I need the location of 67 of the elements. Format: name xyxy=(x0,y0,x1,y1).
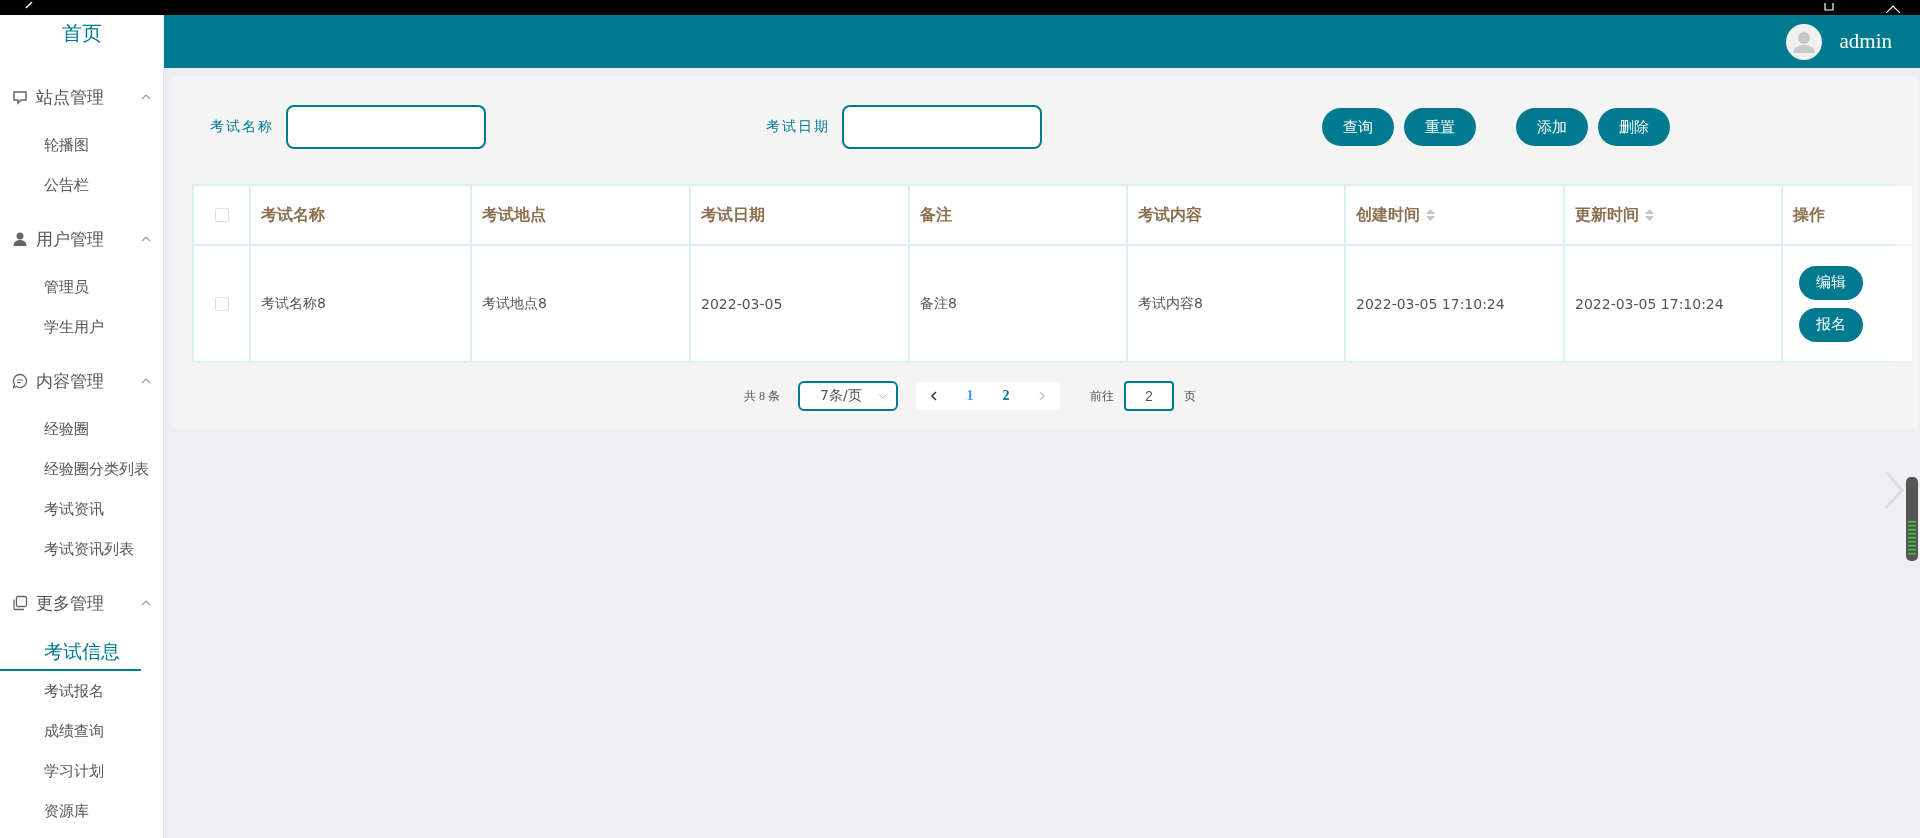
menu-item[interactable]: 考试报名 xyxy=(0,671,163,711)
menu-item[interactable]: 经验圈 xyxy=(0,409,163,449)
menu-item[interactable]: 考试资讯列表 xyxy=(0,529,163,569)
menu-item[interactable]: 考试信息 xyxy=(0,631,141,671)
menu-item[interactable]: 成绩查询 xyxy=(0,711,163,751)
goto-label: 前往 xyxy=(1090,387,1114,405)
chevron-right-icon xyxy=(1038,391,1046,401)
goto-page-input[interactable]: 2 xyxy=(1124,381,1174,411)
page-number[interactable]: 2 xyxy=(988,382,1024,410)
chevron-left-icon xyxy=(930,391,938,401)
menu-item[interactable]: 资源库 xyxy=(0,791,163,831)
table-cell: 2022-03-05 xyxy=(691,246,908,361)
menu-item[interactable]: 学习计划 xyxy=(0,751,163,791)
menu-group[interactable]: 站点管理 xyxy=(0,69,163,125)
menu-item[interactable]: 轮播图 xyxy=(0,125,163,165)
table-cell: 2022-03-05 17:10:24 xyxy=(1565,246,1781,361)
column-header[interactable]: 更新时间 xyxy=(1565,186,1781,244)
menu-group[interactable]: 用户管理 xyxy=(0,211,163,267)
filter-label: 考试日期 xyxy=(766,118,830,136)
user-name[interactable]: admin xyxy=(1839,29,1892,54)
menu-group-title: 站点管理 xyxy=(36,85,104,109)
row-action-button[interactable]: 报名 xyxy=(1799,307,1863,342)
menu-item[interactable]: 管理员 xyxy=(0,267,163,307)
page-size-select[interactable]: 7条/页 xyxy=(798,381,898,411)
column-header: 备注 xyxy=(910,186,1126,244)
filter-input[interactable] xyxy=(842,105,1042,149)
column-header: 考试内容 xyxy=(1128,186,1344,244)
avatar-icon[interactable] xyxy=(1785,23,1822,60)
table-cell: 备注8 xyxy=(910,246,1126,361)
row-action-button[interactable]: 编辑 xyxy=(1799,265,1863,300)
chevron-down-icon xyxy=(878,393,888,399)
sort-icon[interactable] xyxy=(1426,209,1435,221)
table-cell: 考试内容8 xyxy=(1128,246,1344,361)
menu-item[interactable]: 经验圈分类列表 xyxy=(0,449,163,489)
menu-group-title: 更多管理 xyxy=(36,591,104,615)
prev-page-button[interactable] xyxy=(916,382,952,410)
copy-icon xyxy=(12,595,28,611)
table-cell: 2022-03-05 17:10:24 xyxy=(1346,246,1563,361)
filter-input[interactable] xyxy=(286,105,486,149)
menu-item[interactable]: 公告栏 xyxy=(0,165,163,205)
action-button[interactable]: 查询 xyxy=(1322,108,1394,146)
menu-group[interactable]: 更多管理 xyxy=(0,575,163,631)
action-button[interactable]: 添加 xyxy=(1516,108,1588,146)
action-button[interactable]: 重置 xyxy=(1404,108,1476,146)
filter-label: 考试名称 xyxy=(210,118,274,136)
column-header: 操作 xyxy=(1783,186,1912,244)
menu-group-title: 内容管理 xyxy=(36,369,104,393)
menu-item[interactable]: 学生用户 xyxy=(0,307,163,347)
table-cell: 考试名称8 xyxy=(251,246,470,361)
table-cell: 考试地点8 xyxy=(472,246,689,361)
action-button[interactable]: 删除 xyxy=(1598,108,1670,146)
menu-group-title: 用户管理 xyxy=(36,227,104,251)
menu-group[interactable]: 内容管理 xyxy=(0,353,163,409)
chat-icon xyxy=(12,373,28,389)
sort-icon[interactable] xyxy=(1645,209,1654,221)
column-header: 考试日期 xyxy=(691,186,908,244)
column-header: 考试名称 xyxy=(251,186,470,244)
page-suffix: 页 xyxy=(1184,387,1196,405)
restore-icon[interactable] xyxy=(1822,2,1836,13)
column-header[interactable]: 创建时间 xyxy=(1346,186,1563,244)
total-count: 共 8 条 xyxy=(744,387,780,405)
home-link[interactable]: 首页 xyxy=(0,15,163,63)
menu-item[interactable]: 考试资讯 xyxy=(0,489,163,529)
row-checkbox[interactable] xyxy=(214,296,229,311)
select-all-checkbox[interactable] xyxy=(214,208,229,222)
user-icon xyxy=(12,231,28,247)
column-header: 考试地点 xyxy=(472,186,689,244)
